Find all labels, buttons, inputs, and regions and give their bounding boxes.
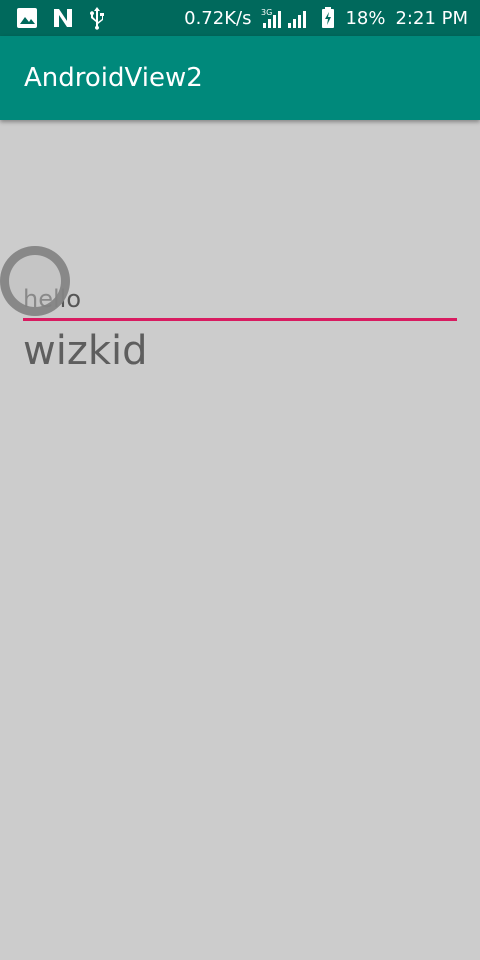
battery-charging-icon xyxy=(321,7,335,29)
status-left-icons xyxy=(16,6,106,30)
image-icon xyxy=(16,7,38,29)
battery-percent: 18% xyxy=(345,7,386,29)
touch-indicator xyxy=(0,246,70,316)
text-view: wizkid xyxy=(23,328,148,374)
app-toolbar: AndroidView2 xyxy=(0,36,480,120)
n-app-icon xyxy=(52,7,74,29)
edit-text-container[interactable] xyxy=(23,280,457,324)
clock: 2:21 PM xyxy=(395,7,468,29)
toolbar-title: AndroidView2 xyxy=(24,63,203,93)
svg-text:3G: 3G xyxy=(261,8,272,17)
edit-text-input[interactable] xyxy=(23,280,457,318)
signal-3g-icon: 3G xyxy=(261,7,311,29)
status-bar: 0.72K/s 3G 18% 2:21 PM xyxy=(0,0,480,36)
usb-icon xyxy=(88,6,106,30)
network-speed: 0.72K/s xyxy=(184,7,252,29)
status-right: 0.72K/s 3G 18% 2:21 PM xyxy=(184,7,468,29)
edit-text-underline xyxy=(23,318,457,321)
